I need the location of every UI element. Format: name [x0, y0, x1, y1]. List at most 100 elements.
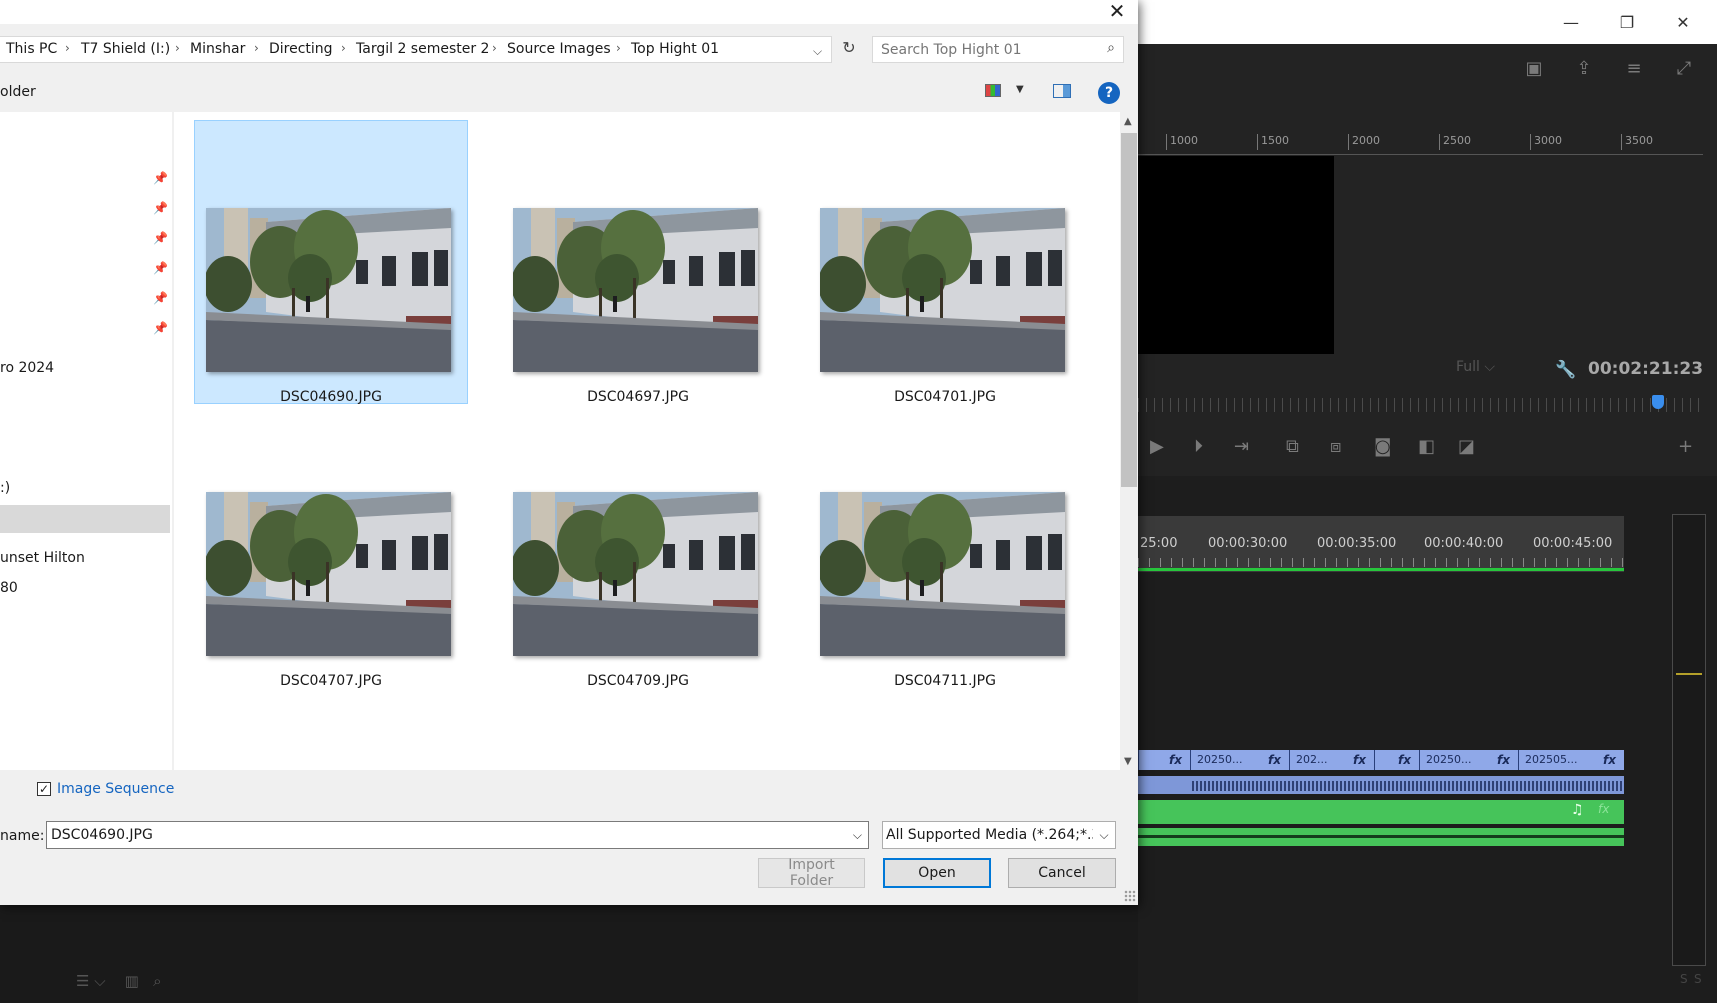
list-view-icon[interactable]: ☰ ⌵ ▥ ⌕	[76, 972, 162, 990]
solo-button-left[interactable]: S	[1680, 972, 1688, 986]
audio-fx-badge: fx	[1598, 802, 1610, 816]
resize-grip-icon[interactable]	[1124, 890, 1136, 902]
resolution-select[interactable]: Full ⌵	[1456, 359, 1538, 381]
new-folder-button[interactable]: older	[0, 84, 36, 100]
file-tile[interactable]: DSC04701.JPG	[808, 120, 1082, 405]
solo-button-right[interactable]: S	[1694, 972, 1702, 986]
breadcrumb-item[interactable]: This PC	[6, 41, 57, 57]
dialog-close-button[interactable]: ✕	[1098, 0, 1136, 23]
file-tile[interactable]: DSC04709.JPG	[501, 404, 775, 689]
video-clip[interactable]: 202505... fx	[1518, 750, 1624, 770]
timeline-time: 00:00:40:00	[1424, 536, 1504, 551]
window-close-button[interactable]: ✕	[1660, 0, 1706, 44]
breadcrumb-separator-icon[interactable]: ›	[65, 41, 70, 55]
pin-icon[interactable]: 📌	[153, 291, 168, 305]
go-to-out-icon[interactable]: ⇥	[1234, 436, 1249, 457]
chevron-down-icon[interactable]: ⌵	[853, 828, 862, 843]
program-scrub-bar[interactable]	[1138, 398, 1703, 412]
help-icon[interactable]: ?	[1098, 82, 1120, 104]
import-dialog: ✕ This PC › T7 Shield (I:) › Minshar › D…	[0, 0, 1138, 905]
breadcrumb-item[interactable]: T7 Shield (I:)	[81, 41, 170, 57]
file-tile[interactable]: DSC04690.JPG	[194, 120, 468, 405]
address-bar[interactable]: This PC › T7 Shield (I:) › Minshar › Dir…	[0, 36, 832, 63]
nav-item[interactable]: ro 2024	[0, 360, 54, 376]
preview-pane-icon[interactable]	[1053, 84, 1071, 98]
nav-item[interactable]: 80	[0, 580, 18, 596]
search-icon[interactable]: ⌕	[1107, 40, 1115, 56]
breadcrumb-separator-icon[interactable]: ›	[175, 41, 180, 55]
menu-icon[interactable]: ≡	[1622, 58, 1646, 80]
image-thumbnail	[206, 208, 451, 372]
overwrite-icon[interactable]: ⧈	[1330, 436, 1341, 457]
compare-icon[interactable]: ◧	[1418, 436, 1435, 457]
camera-icon[interactable]: ◙	[1374, 436, 1391, 457]
scroll-up-icon[interactable]: ▲	[1124, 116, 1132, 127]
insert-icon[interactable]: ⧉	[1286, 436, 1299, 457]
breadcrumb-separator-icon[interactable]: ›	[616, 41, 621, 55]
video-clip[interactable]: 20250... fx	[1190, 750, 1289, 770]
timeline-ticks	[1138, 558, 1624, 567]
audio-track[interactable]	[1138, 800, 1624, 824]
dialog-toolbar: older ▼	[0, 76, 1138, 110]
file-tile[interactable]: DSC04707.JPG	[194, 404, 468, 689]
step-forward-icon[interactable]: ⏵	[1194, 436, 1203, 457]
image-sequence-label[interactable]: Image Sequence	[57, 781, 174, 797]
scroll-down-icon[interactable]: ▼	[1124, 756, 1132, 767]
refresh-icon[interactable]: ↻	[838, 38, 860, 62]
nav-item[interactable]: unset Hilton	[0, 550, 85, 566]
chevron-down-icon[interactable]: ⌵	[813, 44, 822, 59]
video-track: fx 20250... fx 202... fx fx 20250... fx 202…	[1138, 750, 1624, 770]
file-name: DSC04697.JPG	[587, 389, 689, 405]
scroll-thumb[interactable]	[1121, 133, 1137, 487]
breadcrumb-item[interactable]: Source Images	[507, 41, 611, 57]
minimize-button[interactable]: —	[1548, 0, 1594, 44]
waveform	[1192, 781, 1624, 791]
file-tile[interactable]: DSC04697.JPG	[501, 120, 775, 405]
video-clip[interactable]: 202... fx	[1289, 750, 1374, 770]
share-icon[interactable]: ⇪	[1572, 58, 1596, 80]
pin-icon[interactable]: 📌	[153, 231, 168, 245]
playhead-handle[interactable]	[1652, 395, 1664, 409]
file-type-select[interactable]: All Supported Media (*.264;*.3G ⌵	[882, 821, 1116, 849]
pin-icon[interactable]: 📌	[153, 171, 168, 185]
maximize-button[interactable]: ❐	[1604, 0, 1650, 44]
play-icon[interactable]: ▶	[1150, 436, 1164, 457]
nav-item[interactable]: :)	[0, 480, 10, 496]
breadcrumb-item[interactable]: Top Hight 01	[631, 41, 719, 57]
file-name-input[interactable]	[47, 822, 835, 848]
trim-icon[interactable]: ◪	[1458, 436, 1475, 457]
pin-icon[interactable]: 📌	[153, 321, 168, 335]
breadcrumb-separator-icon[interactable]: ›	[492, 41, 497, 55]
file-tile[interactable]: DSC04711.JPG	[808, 404, 1082, 689]
breadcrumb-separator-icon[interactable]: ›	[254, 41, 259, 55]
project-panel-bottom	[0, 905, 1138, 1003]
cancel-button[interactable]: Cancel	[1008, 858, 1116, 888]
breadcrumb-item[interactable]: Directing	[269, 41, 333, 57]
video-clip[interactable]: fx	[1374, 750, 1419, 770]
pin-icon[interactable]: 📌	[153, 201, 168, 215]
add-button-icon[interactable]: +	[1678, 436, 1693, 457]
breadcrumb-item[interactable]: Targil 2 semester 2	[356, 41, 489, 57]
file-name: DSC04711.JPG	[894, 673, 996, 689]
chevron-down-icon[interactable]: ⌵	[1093, 822, 1115, 848]
navigation-pane: 📌 📌 📌 📌 📌 📌 ro 2024 :) unset Hilton 80	[0, 112, 172, 770]
pin-icon[interactable]: 📌	[153, 261, 168, 275]
image-sequence-checkbox[interactable]: ✓	[37, 782, 51, 796]
breadcrumb-separator-icon[interactable]: ›	[341, 41, 346, 55]
fullscreen-icon[interactable]: ⤢	[1672, 58, 1696, 80]
search-input[interactable]	[873, 37, 1109, 62]
breadcrumb-item[interactable]: Minshar	[190, 41, 245, 57]
wrench-icon[interactable]: 🔧	[1555, 360, 1576, 380]
view-dropdown-icon[interactable]: ▼	[1016, 84, 1024, 95]
nav-item-selected[interactable]	[0, 505, 170, 533]
open-button[interactable]: Open	[883, 858, 991, 888]
work-area-bar[interactable]	[1138, 568, 1624, 571]
file-list: DSC04690.JPG DSC04697.JPG DSC04701.JPG D…	[174, 112, 1120, 770]
notifications-icon[interactable]: ▣	[1522, 58, 1546, 80]
timeline-time: 00:00:45:00	[1533, 536, 1613, 551]
ruler-label: 1500	[1257, 134, 1289, 150]
video-clip[interactable]: 20250... fx	[1419, 750, 1518, 770]
video-clip[interactable]: fx	[1138, 750, 1190, 770]
change-view-icon[interactable]	[985, 84, 1001, 97]
import-folder-button[interactable]: Import Folder	[758, 857, 865, 889]
